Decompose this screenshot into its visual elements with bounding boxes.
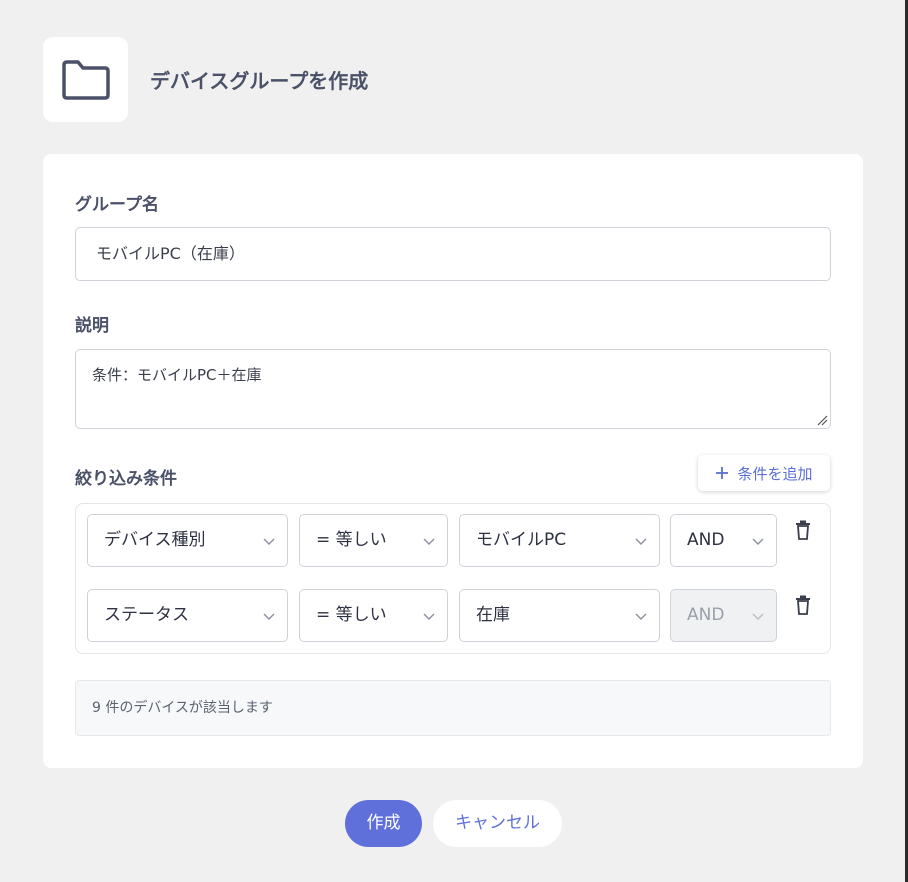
condition-1-logic-value: AND [687, 530, 725, 550]
plus-icon [716, 467, 729, 479]
create-button[interactable]: 作成 [345, 800, 422, 847]
condition-1-value-select[interactable]: モバイルPC [459, 514, 660, 567]
condition-2-value-value: 在庫 [476, 605, 510, 625]
condition-2-operator-select[interactable]: = 等しい [299, 589, 448, 642]
condition-2-logic-select: AND [670, 589, 777, 642]
conditions-list: デバイス種別 = 等しい モバイルPC AND ステータス = 等しい 在庫 A… [75, 503, 831, 654]
condition-2-operator-value: = 等しい [316, 605, 387, 625]
condition-1-operator-select[interactable]: = 等しい [299, 514, 448, 567]
group-name-label: グループ名 [75, 195, 159, 215]
page-header: デバイスグループを作成 [43, 37, 368, 122]
description-label: 説明 [75, 316, 109, 336]
filters-label: 絞り込み条件 [75, 469, 177, 489]
chevron-down-icon [423, 538, 435, 545]
condition-2-value-select[interactable]: 在庫 [459, 589, 660, 642]
condition-1-logic-select[interactable]: AND [670, 514, 777, 567]
chevron-down-icon [423, 613, 435, 620]
chevron-down-icon [752, 613, 764, 620]
description-textarea[interactable]: 条件：モバイルPC＋在庫 [75, 349, 831, 429]
chevron-down-icon [263, 613, 275, 620]
add-condition-label: 条件を追加 [737, 464, 813, 483]
page-title: デバイスグループを作成 [150, 69, 369, 93]
add-condition-button[interactable]: 条件を追加 [698, 455, 830, 491]
match-count-text: 9 件のデバイスが該当します [75, 680, 831, 736]
condition-1-value-value: モバイルPC [476, 530, 567, 550]
chevron-down-icon [752, 538, 764, 545]
condition-1-field-value: デバイス種別 [104, 530, 206, 550]
group-name-input[interactable]: モバイルPC（在庫） [75, 227, 831, 281]
folder-icon-box [43, 37, 128, 122]
condition-1-field-select[interactable]: デバイス種別 [87, 514, 288, 567]
folder-icon [61, 59, 110, 100]
condition-2-logic-value: AND [687, 605, 725, 625]
form-card: グループ名 モバイルPC（在庫） 説明 条件：モバイルPC＋在庫 絞り込み条件 … [43, 154, 863, 768]
condition-2-field-value: ステータス [104, 605, 189, 625]
condition-1-operator-value: = 等しい [316, 530, 387, 550]
resize-grip-icon[interactable] [816, 414, 828, 426]
description-text: 条件：モバイルPC＋在庫 [92, 366, 262, 384]
chevron-down-icon [635, 538, 647, 545]
chevron-down-icon [263, 538, 275, 545]
chevron-down-icon [635, 613, 647, 620]
trash-icon[interactable] [795, 595, 811, 615]
trash-icon[interactable] [795, 520, 811, 540]
condition-2-field-select[interactable]: ステータス [87, 589, 288, 642]
cancel-button[interactable]: キャンセル [433, 800, 562, 847]
